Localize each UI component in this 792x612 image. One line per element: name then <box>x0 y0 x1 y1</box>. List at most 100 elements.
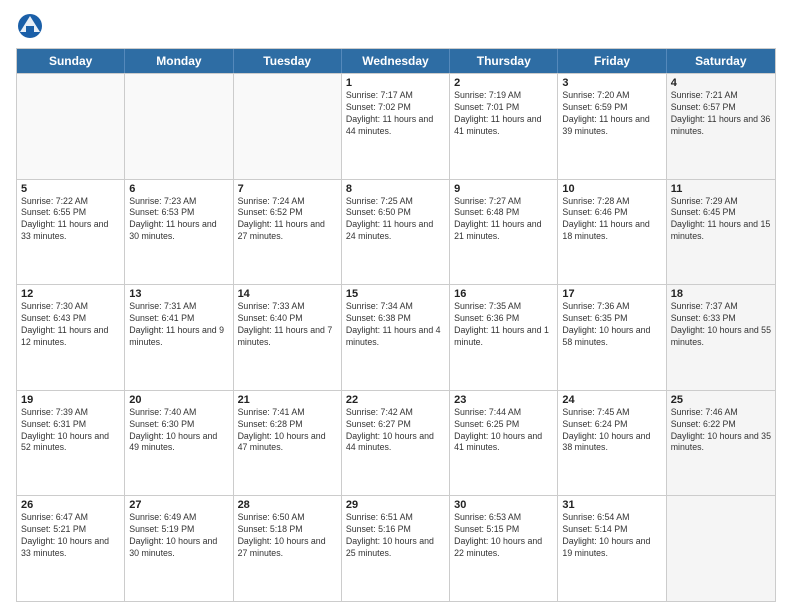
day-number: 23 <box>454 394 553 406</box>
day-info: Sunrise: 7:25 AMSunset: 6:50 PMDaylight:… <box>346 196 445 244</box>
header <box>16 12 776 40</box>
day-number: 19 <box>21 394 120 406</box>
day-info: Sunrise: 7:33 AMSunset: 6:40 PMDaylight:… <box>238 301 337 349</box>
day-cell-25: 25Sunrise: 7:46 AMSunset: 6:22 PMDayligh… <box>667 391 775 496</box>
day-cell-30: 30Sunrise: 6:53 AMSunset: 5:15 PMDayligh… <box>450 496 558 601</box>
day-cell-5: 5Sunrise: 7:22 AMSunset: 6:55 PMDaylight… <box>17 180 125 285</box>
day-number: 26 <box>21 499 120 511</box>
day-info: Sunrise: 7:40 AMSunset: 6:30 PMDaylight:… <box>129 407 228 455</box>
day-info: Sunrise: 7:39 AMSunset: 6:31 PMDaylight:… <box>21 407 120 455</box>
day-info: Sunrise: 7:36 AMSunset: 6:35 PMDaylight:… <box>562 301 661 349</box>
day-info: Sunrise: 7:21 AMSunset: 6:57 PMDaylight:… <box>671 90 771 138</box>
day-cell-7: 7Sunrise: 7:24 AMSunset: 6:52 PMDaylight… <box>234 180 342 285</box>
day-info: Sunrise: 7:45 AMSunset: 6:24 PMDaylight:… <box>562 407 661 455</box>
logo <box>16 12 48 40</box>
day-number: 6 <box>129 183 228 195</box>
calendar-row-5: 26Sunrise: 6:47 AMSunset: 5:21 PMDayligh… <box>17 495 775 601</box>
day-info: Sunrise: 7:29 AMSunset: 6:45 PMDaylight:… <box>671 196 771 244</box>
day-number: 31 <box>562 499 661 511</box>
day-cell-2: 2Sunrise: 7:19 AMSunset: 7:01 PMDaylight… <box>450 74 558 179</box>
header-day-friday: Friday <box>558 49 666 73</box>
day-cell-18: 18Sunrise: 7:37 AMSunset: 6:33 PMDayligh… <box>667 285 775 390</box>
empty-cell <box>667 496 775 601</box>
header-day-sunday: Sunday <box>17 49 125 73</box>
day-number: 17 <box>562 288 661 300</box>
day-info: Sunrise: 7:35 AMSunset: 6:36 PMDaylight:… <box>454 301 553 349</box>
day-info: Sunrise: 7:31 AMSunset: 6:41 PMDaylight:… <box>129 301 228 349</box>
day-number: 15 <box>346 288 445 300</box>
day-cell-22: 22Sunrise: 7:42 AMSunset: 6:27 PMDayligh… <box>342 391 450 496</box>
day-cell-16: 16Sunrise: 7:35 AMSunset: 6:36 PMDayligh… <box>450 285 558 390</box>
day-number: 21 <box>238 394 337 406</box>
day-number: 25 <box>671 394 771 406</box>
day-cell-17: 17Sunrise: 7:36 AMSunset: 6:35 PMDayligh… <box>558 285 666 390</box>
day-info: Sunrise: 7:42 AMSunset: 6:27 PMDaylight:… <box>346 407 445 455</box>
day-info: Sunrise: 7:41 AMSunset: 6:28 PMDaylight:… <box>238 407 337 455</box>
day-info: Sunrise: 7:37 AMSunset: 6:33 PMDaylight:… <box>671 301 771 349</box>
day-info: Sunrise: 7:28 AMSunset: 6:46 PMDaylight:… <box>562 196 661 244</box>
day-cell-26: 26Sunrise: 6:47 AMSunset: 5:21 PMDayligh… <box>17 496 125 601</box>
day-cell-8: 8Sunrise: 7:25 AMSunset: 6:50 PMDaylight… <box>342 180 450 285</box>
day-number: 20 <box>129 394 228 406</box>
day-number: 3 <box>562 77 661 89</box>
day-cell-4: 4Sunrise: 7:21 AMSunset: 6:57 PMDaylight… <box>667 74 775 179</box>
day-cell-14: 14Sunrise: 7:33 AMSunset: 6:40 PMDayligh… <box>234 285 342 390</box>
day-number: 1 <box>346 77 445 89</box>
day-number: 12 <box>21 288 120 300</box>
day-number: 24 <box>562 394 661 406</box>
day-cell-21: 21Sunrise: 7:41 AMSunset: 6:28 PMDayligh… <box>234 391 342 496</box>
day-number: 13 <box>129 288 228 300</box>
day-cell-11: 11Sunrise: 7:29 AMSunset: 6:45 PMDayligh… <box>667 180 775 285</box>
calendar-row-1: 1Sunrise: 7:17 AMSunset: 7:02 PMDaylight… <box>17 73 775 179</box>
day-info: Sunrise: 6:54 AMSunset: 5:14 PMDaylight:… <box>562 512 661 560</box>
day-cell-31: 31Sunrise: 6:54 AMSunset: 5:14 PMDayligh… <box>558 496 666 601</box>
day-info: Sunrise: 7:23 AMSunset: 6:53 PMDaylight:… <box>129 196 228 244</box>
day-cell-13: 13Sunrise: 7:31 AMSunset: 6:41 PMDayligh… <box>125 285 233 390</box>
day-info: Sunrise: 6:53 AMSunset: 5:15 PMDaylight:… <box>454 512 553 560</box>
empty-cell <box>234 74 342 179</box>
header-day-monday: Monday <box>125 49 233 73</box>
page: SundayMondayTuesdayWednesdayThursdayFrid… <box>0 0 792 612</box>
calendar-row-2: 5Sunrise: 7:22 AMSunset: 6:55 PMDaylight… <box>17 179 775 285</box>
day-cell-6: 6Sunrise: 7:23 AMSunset: 6:53 PMDaylight… <box>125 180 233 285</box>
day-info: Sunrise: 6:50 AMSunset: 5:18 PMDaylight:… <box>238 512 337 560</box>
header-day-thursday: Thursday <box>450 49 558 73</box>
day-cell-29: 29Sunrise: 6:51 AMSunset: 5:16 PMDayligh… <box>342 496 450 601</box>
day-info: Sunrise: 7:34 AMSunset: 6:38 PMDaylight:… <box>346 301 445 349</box>
day-info: Sunrise: 6:51 AMSunset: 5:16 PMDaylight:… <box>346 512 445 560</box>
day-info: Sunrise: 7:46 AMSunset: 6:22 PMDaylight:… <box>671 407 771 455</box>
day-cell-27: 27Sunrise: 6:49 AMSunset: 5:19 PMDayligh… <box>125 496 233 601</box>
day-number: 18 <box>671 288 771 300</box>
day-info: Sunrise: 7:20 AMSunset: 6:59 PMDaylight:… <box>562 90 661 138</box>
day-number: 16 <box>454 288 553 300</box>
day-info: Sunrise: 7:19 AMSunset: 7:01 PMDaylight:… <box>454 90 553 138</box>
calendar-body: 1Sunrise: 7:17 AMSunset: 7:02 PMDaylight… <box>17 73 775 601</box>
day-info: Sunrise: 7:17 AMSunset: 7:02 PMDaylight:… <box>346 90 445 138</box>
calendar: SundayMondayTuesdayWednesdayThursdayFrid… <box>16 48 776 602</box>
day-info: Sunrise: 7:24 AMSunset: 6:52 PMDaylight:… <box>238 196 337 244</box>
header-day-tuesday: Tuesday <box>234 49 342 73</box>
day-number: 8 <box>346 183 445 195</box>
day-cell-9: 9Sunrise: 7:27 AMSunset: 6:48 PMDaylight… <box>450 180 558 285</box>
header-day-saturday: Saturday <box>667 49 775 73</box>
day-number: 4 <box>671 77 771 89</box>
day-info: Sunrise: 6:49 AMSunset: 5:19 PMDaylight:… <box>129 512 228 560</box>
day-cell-24: 24Sunrise: 7:45 AMSunset: 6:24 PMDayligh… <box>558 391 666 496</box>
day-cell-10: 10Sunrise: 7:28 AMSunset: 6:46 PMDayligh… <box>558 180 666 285</box>
day-cell-19: 19Sunrise: 7:39 AMSunset: 6:31 PMDayligh… <box>17 391 125 496</box>
day-cell-12: 12Sunrise: 7:30 AMSunset: 6:43 PMDayligh… <box>17 285 125 390</box>
day-info: Sunrise: 7:30 AMSunset: 6:43 PMDaylight:… <box>21 301 120 349</box>
day-cell-20: 20Sunrise: 7:40 AMSunset: 6:30 PMDayligh… <box>125 391 233 496</box>
day-cell-3: 3Sunrise: 7:20 AMSunset: 6:59 PMDaylight… <box>558 74 666 179</box>
day-cell-1: 1Sunrise: 7:17 AMSunset: 7:02 PMDaylight… <box>342 74 450 179</box>
day-info: Sunrise: 7:22 AMSunset: 6:55 PMDaylight:… <box>21 196 120 244</box>
calendar-row-3: 12Sunrise: 7:30 AMSunset: 6:43 PMDayligh… <box>17 284 775 390</box>
day-cell-15: 15Sunrise: 7:34 AMSunset: 6:38 PMDayligh… <box>342 285 450 390</box>
day-number: 10 <box>562 183 661 195</box>
day-number: 30 <box>454 499 553 511</box>
day-number: 9 <box>454 183 553 195</box>
day-cell-23: 23Sunrise: 7:44 AMSunset: 6:25 PMDayligh… <box>450 391 558 496</box>
day-number: 5 <box>21 183 120 195</box>
calendar-header: SundayMondayTuesdayWednesdayThursdayFrid… <box>17 49 775 73</box>
logo-icon <box>16 12 44 40</box>
